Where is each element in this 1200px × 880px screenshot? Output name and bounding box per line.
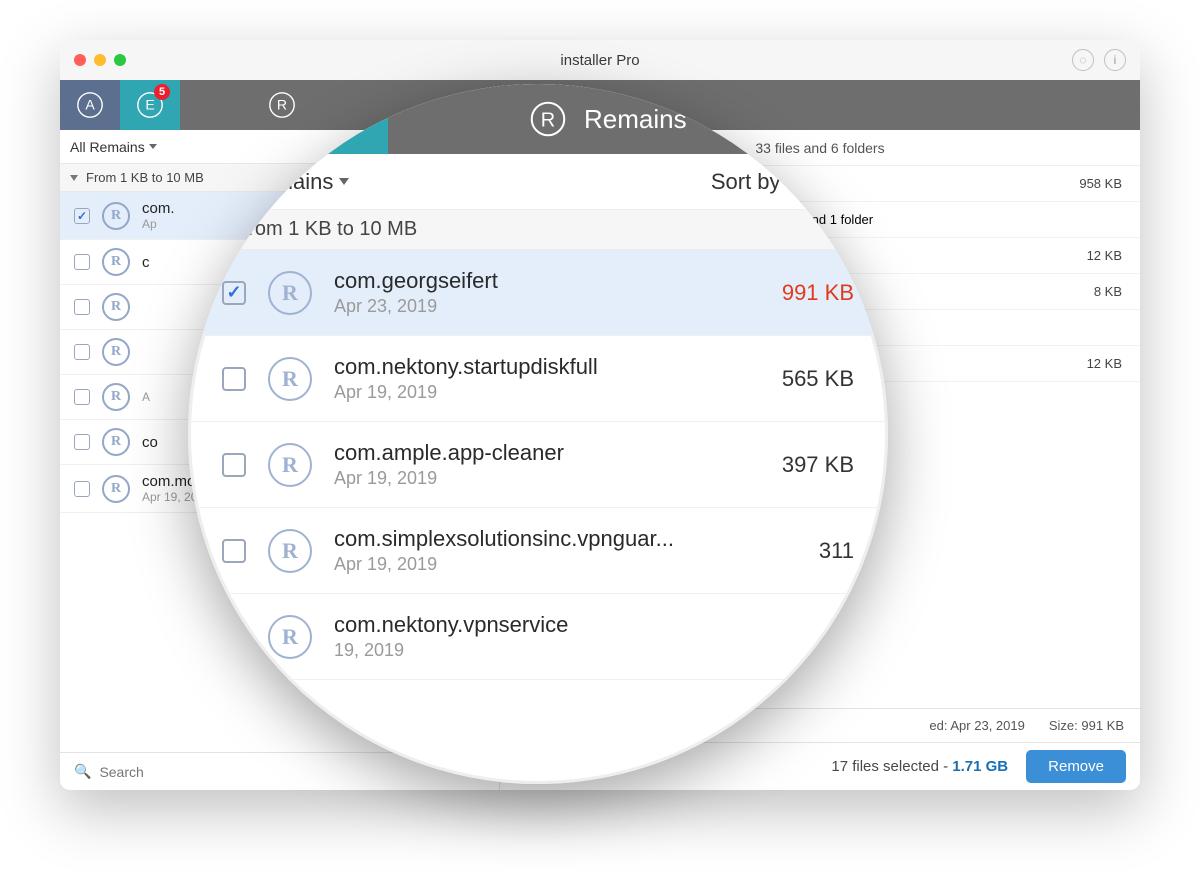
remains-icon: R [102, 428, 130, 456]
status-size: Size: 991 KB [1049, 718, 1124, 733]
detail-size: 12 KB [1087, 248, 1122, 263]
svg-text:R: R [541, 110, 555, 132]
detail-size: 12 KB [1087, 356, 1122, 371]
search-icon: 🔍 [74, 763, 91, 780]
mag-filter-dropdown[interactable]: All Remains [216, 169, 349, 195]
window-zoom-button[interactable] [114, 54, 126, 66]
list-item[interactable]: Rcom.georgseifertApr 23, 2019 991 KB [188, 250, 888, 336]
item-size: 311 [819, 538, 854, 564]
list-item[interactable]: Rcom.nektony.startupdiskfullApr 19, 2019… [188, 336, 888, 422]
window-close-button[interactable] [74, 54, 86, 66]
remains-icon: R [102, 293, 130, 321]
svg-text:E: E [336, 109, 350, 132]
mag-sort-dropdown[interactable]: Sort by Newest [711, 169, 860, 195]
remains-icon: R [102, 338, 130, 366]
titlebar: installer Pro ◌ i [60, 40, 1140, 80]
disclosure-triangle-icon [212, 226, 224, 234]
list-item[interactable]: Rcom.ample.app-cleanerApr 19, 2019 397 KB [188, 422, 888, 508]
caret-down-icon [149, 144, 157, 149]
magnifier-overlay: E 5 R Remains All Remains Sort by Newest… [188, 84, 888, 784]
checkbox[interactable] [74, 208, 90, 224]
window-minimize-button[interactable] [94, 54, 106, 66]
disclosure-triangle-icon [70, 175, 78, 181]
mag-filter-row: All Remains Sort by Newest [188, 154, 888, 210]
checkbox[interactable] [74, 434, 90, 450]
checkbox[interactable] [74, 299, 90, 315]
list-item[interactable]: Rcom.nektony.vpnservice19, 2019 [188, 594, 888, 680]
mag-tab-remains[interactable]: R Remains [508, 84, 888, 154]
tab-applications[interactable]: A [60, 80, 120, 130]
checkbox[interactable] [222, 625, 246, 649]
item-date: Apr 19, 2019 [334, 382, 760, 403]
caret-down-icon [339, 178, 349, 185]
remove-button[interactable]: Remove [1026, 750, 1126, 783]
item-name: com.georgseifert [334, 268, 760, 294]
svg-text:E: E [145, 97, 154, 113]
checkbox[interactable] [74, 481, 90, 497]
item-name: com.nektony.startupdiskfull [334, 354, 760, 380]
tab-extensions-badge: 5 [154, 84, 170, 100]
detail-size: 8 KB [1094, 284, 1122, 299]
remains-icon: R [102, 383, 130, 411]
detail-size: 958 KB [1079, 176, 1122, 191]
remains-icon: R [102, 475, 130, 503]
remains-icon: R [102, 202, 130, 230]
list-item[interactable]: Rcom.simplexsolutionsinc.vpnguar...Apr 1… [188, 508, 888, 594]
item-name: com.simplexsolutionsinc.vpnguar... [334, 526, 797, 552]
status-edited: ed: Apr 23, 2019 [929, 718, 1024, 733]
feedback-icon[interactable]: ◌ [1072, 49, 1094, 71]
mag-tab-extensions[interactable]: E 5 [298, 84, 388, 154]
remains-icon: R [268, 529, 312, 573]
remains-icon: R [268, 443, 312, 487]
svg-text:A: A [85, 97, 95, 113]
item-date: Apr 23, 2019 [334, 296, 760, 317]
item-date: Apr 19, 2019 [334, 554, 797, 575]
item-date: Apr 19, 2019 [334, 468, 760, 489]
remains-icon: R [102, 248, 130, 276]
remains-icon: R [268, 271, 312, 315]
mag-tab-bar: E 5 R Remains [188, 84, 888, 154]
checkbox[interactable] [222, 453, 246, 477]
item-size: 397 KB [782, 452, 854, 478]
checkbox[interactable] [74, 389, 90, 405]
tab-extensions[interactable]: E 5 [120, 80, 180, 130]
item-date: 19, 2019 [334, 640, 832, 661]
remains-icon: R [268, 615, 312, 659]
mag-tab-badge: 5 [352, 92, 374, 114]
item-size: 991 KB [782, 280, 854, 306]
checkbox[interactable] [222, 281, 246, 305]
mag-remains-label: Remains [584, 104, 687, 135]
item-size: 565 KB [782, 366, 854, 392]
mag-group-header[interactable]: From 1 KB to 10 MB [188, 210, 888, 250]
group-header-label: From 1 KB to 10 MB [86, 170, 204, 185]
info-icon[interactable]: i [1104, 49, 1126, 71]
checkbox[interactable] [74, 254, 90, 270]
filter-label: All Remains [70, 139, 145, 155]
item-name: com.nektony.vpnservice [334, 612, 832, 638]
filter-dropdown[interactable]: All Remains [70, 139, 157, 155]
checkbox[interactable] [222, 367, 246, 391]
window-title: installer Pro [560, 52, 639, 69]
item-name: com.ample.app-cleaner [334, 440, 760, 466]
mag-list: Rcom.georgseifertApr 23, 2019991 KBRcom.… [188, 250, 888, 680]
checkbox[interactable] [74, 344, 90, 360]
checkbox[interactable] [222, 539, 246, 563]
remains-icon: R [268, 357, 312, 401]
